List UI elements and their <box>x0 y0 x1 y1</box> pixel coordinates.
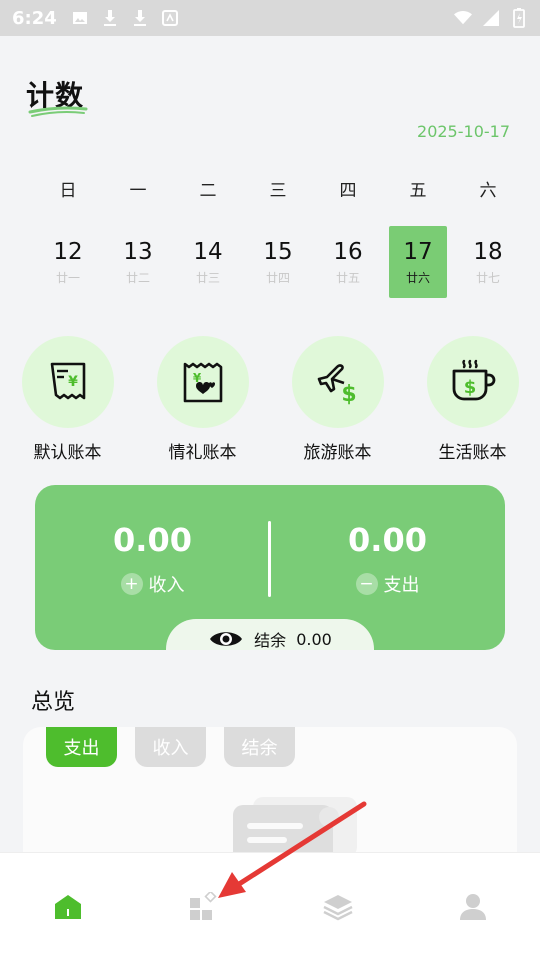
svg-text:$: $ <box>341 382 356 407</box>
lunar-date: 廿三 <box>195 270 220 285</box>
layers-icon <box>322 895 353 921</box>
book-icon-circle: ¥ <box>21 336 114 428</box>
download-icon <box>101 9 119 27</box>
day-cell[interactable]: 12 廿一 <box>33 226 103 298</box>
cup-dollar-icon: $ <box>452 359 495 401</box>
nav-profile[interactable] <box>405 853 540 960</box>
eye-icon[interactable] <box>208 628 244 650</box>
weekday-label: 二 <box>199 181 217 201</box>
status-bar: 6:24 <box>0 0 540 36</box>
system-icons <box>454 8 528 28</box>
app-notification-icon <box>161 9 179 27</box>
lunar-date: 廿五 <box>335 270 360 285</box>
expense-summary[interactable]: 0.00 − 支出 <box>270 521 505 597</box>
day-cell-selected[interactable]: 17 廿六 <box>383 226 453 298</box>
book-life[interactable]: $ 生活账本 <box>405 336 540 463</box>
weekday-label: 四 <box>339 181 357 201</box>
gift-receipt-icon: ¥ <box>183 362 222 403</box>
nav-home[interactable] <box>0 853 135 960</box>
overview-title: 总览 <box>31 690 76 715</box>
book-label: 生活账本 <box>438 443 507 463</box>
wifi-icon <box>454 9 472 27</box>
image-icon <box>71 9 89 27</box>
day-number: 13 <box>123 238 153 265</box>
svg-text:¥: ¥ <box>68 374 78 390</box>
balance-label: 结余 <box>254 631 287 650</box>
day-cell[interactable]: 14 廿三 <box>173 226 243 298</box>
day-number: 15 <box>263 238 293 265</box>
book-gift[interactable]: ¥ 情礼账本 <box>135 336 270 463</box>
title-underline <box>28 106 88 117</box>
day-number: 12 <box>53 238 83 265</box>
svg-text:$: $ <box>463 377 476 398</box>
expense-value: 0.00 <box>348 521 427 559</box>
lunar-date: 廿六 <box>405 270 430 285</box>
nav-apps[interactable] <box>135 853 270 960</box>
day-cell[interactable]: 16 廿五 <box>313 226 383 298</box>
battery-icon <box>510 8 528 28</box>
lunar-date: 廿一 <box>55 270 80 285</box>
balance-value: 0.00 <box>296 629 332 649</box>
balance-toggle[interactable]: 结余 0.00 <box>166 619 374 650</box>
income-summary[interactable]: 0.00 + 收入 <box>35 521 270 597</box>
day-number: 18 <box>473 238 503 265</box>
day-cell[interactable]: 18 廿七 <box>453 226 523 298</box>
weekday-label: 六 <box>479 181 497 201</box>
tab-balance[interactable]: 结余 <box>224 727 295 767</box>
plane-dollar-icon: $ <box>317 364 356 407</box>
summary-card: 0.00 + 收入 0.00 − 支出 结余 0.00 <box>35 485 505 650</box>
lunar-date: 廿四 <box>265 270 290 285</box>
minus-icon: − <box>355 573 378 595</box>
expense-label: 支出 <box>383 575 420 596</box>
weekday-label: 日 <box>59 181 77 201</box>
day-number: 14 <box>193 238 223 265</box>
tab-income[interactable]: 收入 <box>135 727 206 767</box>
weekday-label: 三 <box>269 181 287 201</box>
week-days: 12 廿一 13 廿二 14 廿三 15 廿四 16 廿五 17 廿六 18 廿七 <box>33 226 523 298</box>
tab-expense[interactable]: 支出 <box>46 727 117 767</box>
profile-icon <box>459 894 486 920</box>
receipt-yen-icon: ¥ <box>50 362 85 400</box>
status-time: 6:24 <box>12 7 57 29</box>
income-value: 0.00 <box>113 521 192 559</box>
apps-icon <box>189 892 217 920</box>
lunar-date: 廿七 <box>475 270 500 285</box>
book-icon-circle: $ <box>291 336 384 428</box>
income-label: 收入 <box>148 575 185 596</box>
notification-icons <box>71 9 179 27</box>
book-label: 旅游账本 <box>303 443 372 463</box>
day-number: 17 <box>403 238 433 265</box>
book-label: 情礼账本 <box>168 443 237 463</box>
account-books: ¥ 默认账本 ¥ 情礼账本 $ 旅游账本 $ 生活账本 <box>0 336 540 463</box>
plus-icon: + <box>120 573 143 595</box>
day-cell[interactable]: 13 廿二 <box>103 226 173 298</box>
overview-tabs: 支出 收入 结余 <box>46 727 295 767</box>
day-cell[interactable]: 15 廿四 <box>243 226 313 298</box>
nav-layers[interactable] <box>270 853 405 960</box>
weekday-label: 一 <box>129 181 147 201</box>
book-icon-circle: $ <box>426 336 519 428</box>
book-icon-circle: ¥ <box>156 336 249 428</box>
signal-icon <box>482 9 500 27</box>
book-label: 默认账本 <box>33 443 102 463</box>
book-default[interactable]: ¥ 默认账本 <box>0 336 135 463</box>
download-icon <box>131 9 149 27</box>
home-icon <box>54 895 81 919</box>
weekday-label: 五 <box>409 181 427 201</box>
bottom-nav <box>0 852 540 960</box>
lunar-date: 廿二 <box>125 270 150 285</box>
day-number: 16 <box>333 238 363 265</box>
book-travel[interactable]: $ 旅游账本 <box>270 336 405 463</box>
today-date: 2025-10-17 <box>417 122 510 141</box>
weekday-header: 日 一 二 三 四 五 六 <box>33 176 523 201</box>
